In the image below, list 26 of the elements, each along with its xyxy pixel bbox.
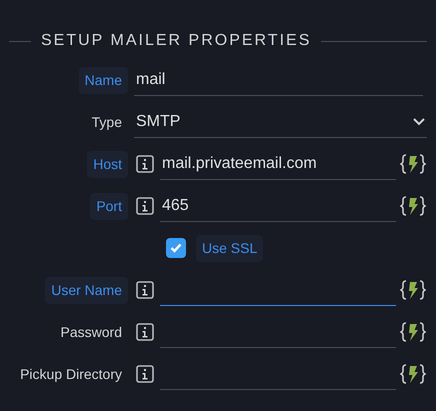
section-title: SETUP MAILER PROPERTIES xyxy=(41,31,312,51)
info-icon[interactable] xyxy=(136,197,154,215)
dynamic-value-icon[interactable] xyxy=(400,153,426,175)
field-label: Type xyxy=(90,112,123,132)
field-label: User Name xyxy=(45,276,128,304)
type-select[interactable]: SMTP xyxy=(134,106,427,138)
field-label: Use SSL xyxy=(196,234,264,262)
text-field[interactable]: mail.privateemail.com xyxy=(160,148,396,180)
field-label: Pickup Directory xyxy=(19,364,123,384)
field-label: Host xyxy=(87,150,128,178)
text-field[interactable]: mail xyxy=(134,64,423,96)
dynamic-value-icon[interactable] xyxy=(400,279,426,301)
info-icon[interactable] xyxy=(136,365,154,383)
dynamic-value-icon[interactable] xyxy=(400,363,426,385)
text-field[interactable]: 465 xyxy=(160,190,396,222)
field-label: Password xyxy=(60,322,123,342)
info-icon[interactable] xyxy=(136,323,154,341)
info-icon[interactable] xyxy=(136,281,154,299)
field-label: Port xyxy=(90,192,128,220)
field-label: Name xyxy=(78,66,128,94)
dynamic-value-icon[interactable] xyxy=(400,195,426,217)
chevron-down-icon xyxy=(413,118,425,126)
dynamic-value-icon[interactable] xyxy=(400,321,426,343)
info-icon[interactable] xyxy=(136,155,154,173)
checkbox[interactable] xyxy=(166,238,186,258)
checkmark-icon xyxy=(170,243,182,253)
